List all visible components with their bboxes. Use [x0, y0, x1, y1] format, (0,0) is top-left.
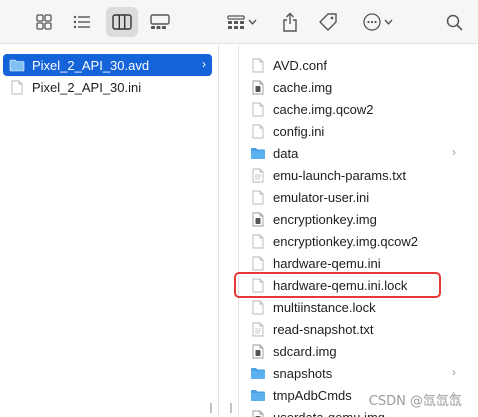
list-item-ini-file[interactable]: Pixel_2_API_30.ini	[3, 76, 212, 98]
chevron-down-icon	[384, 19, 393, 25]
item-label: cache.img.qcow2	[273, 101, 374, 117]
column-view-icon	[112, 14, 132, 30]
watermark: CSDN @氙氙氙	[368, 394, 462, 409]
list-item[interactable]: cache.img	[250, 76, 462, 98]
finder-toolbar	[0, 0, 478, 44]
item-label: sdcard.img	[273, 343, 337, 359]
icon-view-button[interactable]	[30, 7, 58, 37]
document-icon	[250, 255, 266, 271]
list-item[interactable]: sdcard.img	[250, 340, 462, 362]
document-icon	[250, 299, 266, 315]
list-item[interactable]: encryptionkey.img	[250, 208, 462, 230]
document-icon	[250, 123, 266, 139]
item-label: emu-launch-params.txt	[273, 167, 406, 183]
list-item[interactable]: snapshots ›	[250, 362, 462, 384]
chevron-right-icon: ›	[202, 57, 206, 71]
item-label: hardware-qemu.ini	[273, 255, 381, 271]
list-item[interactable]: read-snapshot.txt	[250, 318, 462, 340]
more-icon	[363, 13, 381, 31]
item-label: encryptionkey.img	[273, 211, 377, 227]
item-label: encryptionkey.img.qcow2	[273, 233, 418, 249]
scrollbar[interactable]	[230, 403, 232, 413]
folder-icon	[250, 387, 266, 403]
list-item[interactable]: AVD.conf	[250, 54, 462, 76]
item-label: snapshots	[273, 365, 333, 381]
disk-image-icon	[250, 211, 266, 227]
share-button[interactable]	[276, 7, 304, 37]
list-item[interactable]: emulator-user.ini	[250, 186, 462, 208]
item-label: multiinstance.lock	[273, 299, 376, 315]
item-label: emulator-user.ini	[273, 189, 370, 205]
list-item[interactable]: data ›	[250, 142, 462, 164]
more-actions-button[interactable]	[358, 7, 398, 37]
list-view-icon	[73, 15, 90, 29]
list-item-avd-folder[interactable]: Pixel_2_API_30.avd ›	[3, 54, 212, 76]
item-label: AVD.conf	[273, 57, 327, 73]
item-label: data	[273, 145, 299, 161]
list-item[interactable]: config.ini	[250, 120, 462, 142]
document-icon	[250, 101, 266, 117]
chevron-right-icon: ›	[452, 145, 456, 159]
item-label: read-snapshot.txt	[273, 321, 374, 337]
list-item[interactable]: emu-launch-params.txt	[250, 164, 462, 186]
chevron-down-icon	[248, 19, 257, 25]
item-label: Pixel_2_API_30.ini	[32, 79, 142, 95]
highlight-annotation	[234, 272, 441, 298]
gallery-view-button[interactable]	[146, 7, 174, 37]
document-icon	[9, 79, 25, 95]
group-icon	[227, 15, 245, 29]
icon-view-grid-icon	[36, 14, 52, 30]
item-label: Pixel_2_API_30.avd	[32, 57, 150, 73]
scrollbar[interactable]	[210, 403, 212, 413]
document-icon	[250, 233, 266, 249]
tag-icon	[319, 13, 337, 31]
document-icon	[250, 57, 266, 73]
item-label: cache.img	[273, 79, 333, 95]
parent-column	[0, 45, 218, 417]
column-view-button[interactable]	[106, 7, 138, 37]
text-document-icon	[250, 321, 266, 337]
list-item[interactable]: encryptionkey.img.qcow2	[250, 230, 462, 252]
text-document-icon	[250, 167, 266, 183]
gallery-view-icon	[150, 14, 170, 29]
disk-image-icon	[250, 409, 266, 417]
column-divider[interactable]	[218, 45, 219, 417]
list-view-button[interactable]	[68, 7, 96, 37]
list-item[interactable]: multiinstance.lock	[250, 296, 462, 318]
folder-icon	[250, 365, 266, 381]
item-label: config.ini	[273, 123, 325, 139]
group-by-button[interactable]	[222, 7, 262, 37]
chevron-right-icon: ›	[452, 365, 456, 379]
folder-icon	[9, 57, 25, 73]
document-icon	[250, 189, 266, 205]
disk-image-icon	[250, 343, 266, 359]
item-label: userdata-qemu.img	[273, 409, 385, 417]
search-button[interactable]	[440, 7, 468, 37]
share-icon	[283, 12, 297, 32]
disk-image-icon	[250, 79, 266, 95]
item-label: tmpAdbCmds	[273, 387, 352, 403]
list-item[interactable]: hardware-qemu.ini	[250, 252, 462, 274]
search-icon	[446, 14, 463, 31]
folder-icon	[250, 145, 266, 161]
list-item[interactable]: cache.img.qcow2	[250, 98, 462, 120]
tag-button[interactable]	[314, 7, 342, 37]
